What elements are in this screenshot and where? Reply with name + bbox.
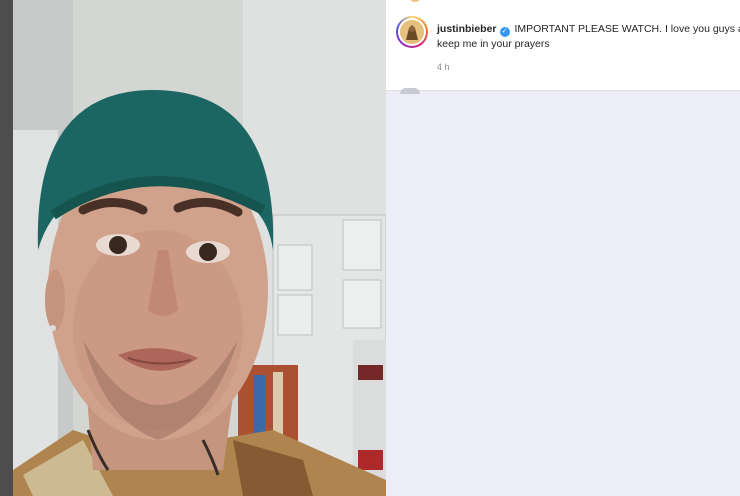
caption-text-line2: keep me in your prayers [437, 38, 550, 50]
previous-comment-sliver [386, 0, 740, 4]
caption-text-line1: IMPORTANT PLEASE WATCH. I love you guys … [514, 23, 740, 35]
post-caption: justinbieber ✓ IMPORTANT PLEASE WATCH. I … [437, 22, 740, 52]
video-still [13, 0, 386, 496]
left-edge-strip [0, 0, 13, 496]
post-timestamp[interactable]: 4 h [437, 62, 450, 72]
verified-badge-icon: ✓ [499, 27, 510, 37]
previous-avatar-icon [410, 0, 420, 2]
next-comment-avatar-icon [400, 88, 420, 94]
post-side-panel: justinbieber ✓ IMPORTANT PLEASE WATCH. I … [386, 0, 740, 496]
profile-avatar-icon[interactable] [396, 16, 428, 48]
post-caption-box: justinbieber ✓ IMPORTANT PLEASE WATCH. I … [386, 0, 740, 94]
username-link[interactable]: justinbieber [437, 23, 497, 35]
video-frame[interactable] [13, 0, 386, 496]
